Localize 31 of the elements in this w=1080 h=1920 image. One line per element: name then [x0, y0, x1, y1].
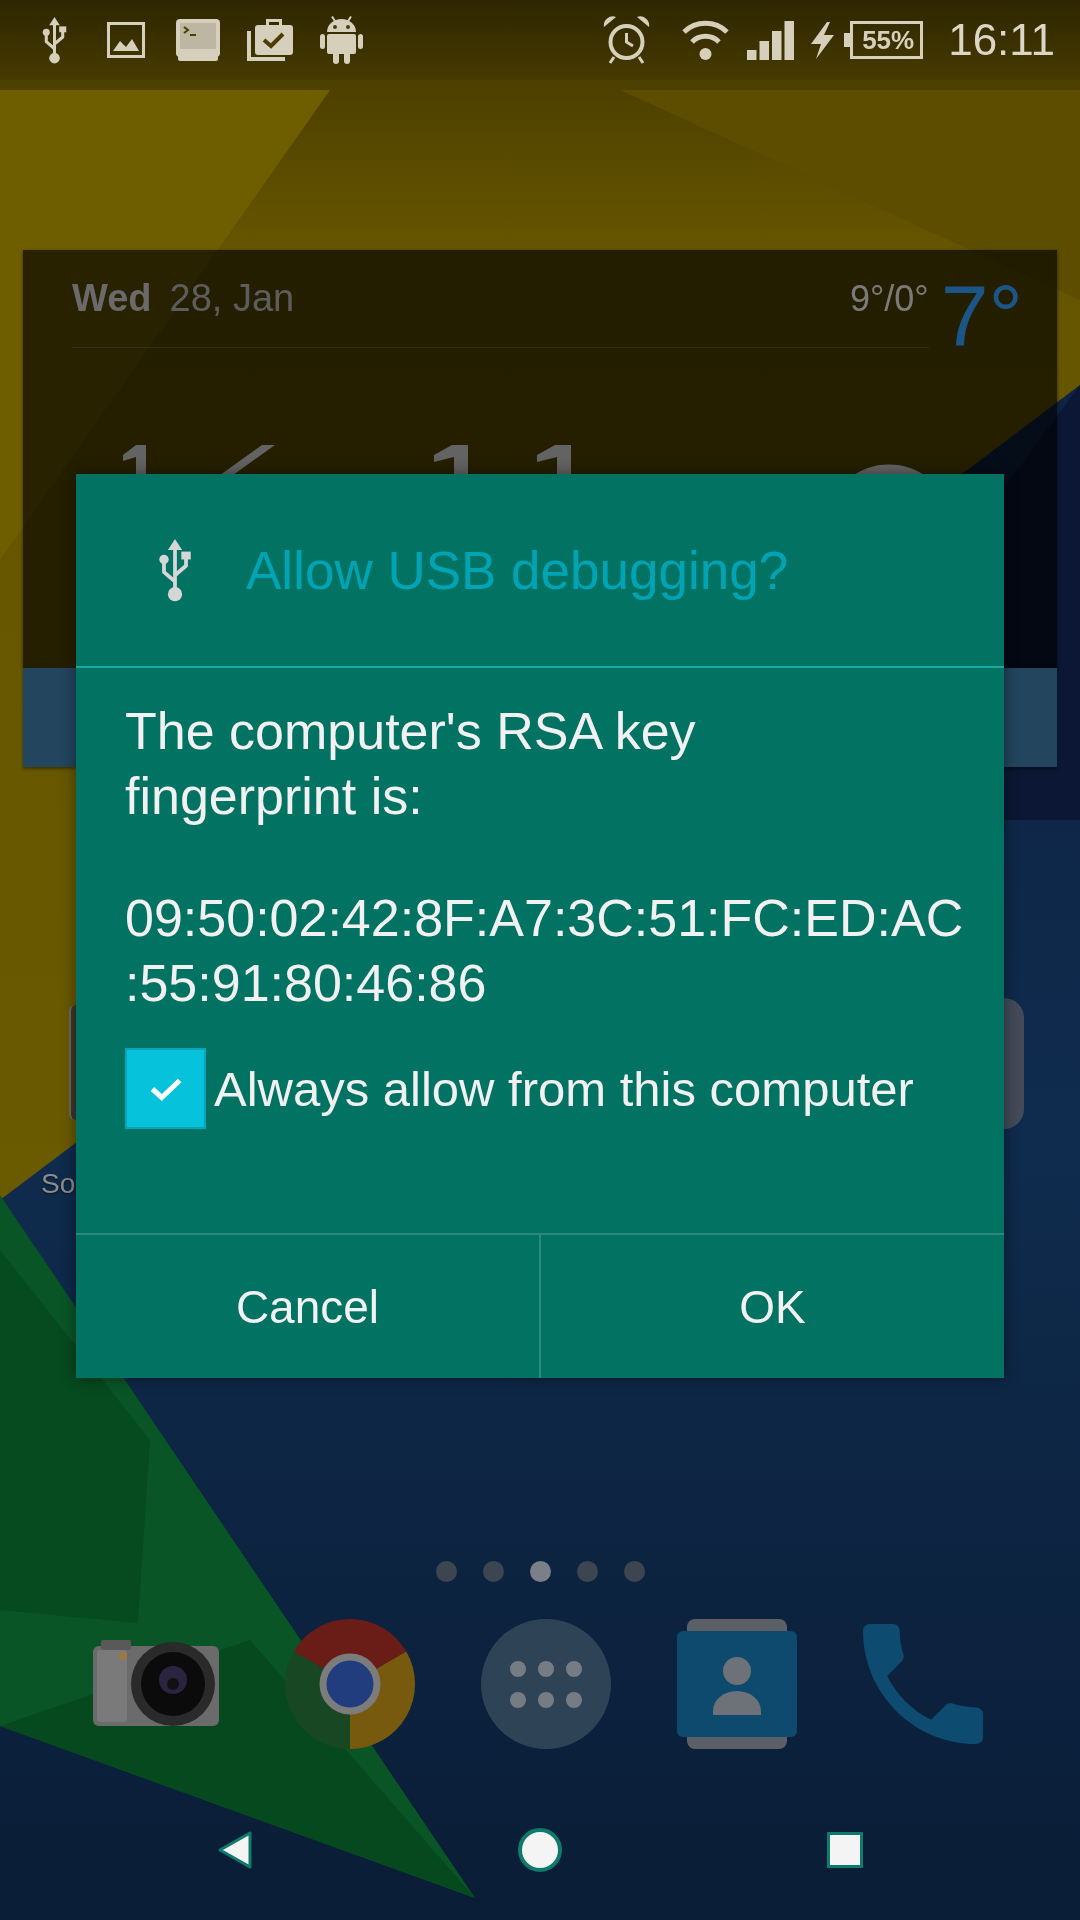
signal-icon — [747, 20, 795, 60]
clock-time: 16:11 — [948, 18, 1055, 62]
alarm-clock-icon — [603, 16, 651, 64]
weekday-text: Wed — [72, 277, 152, 320]
app-icon[interactable] — [69, 1005, 76, 1120]
dialog-button[interactable]: OK — [539, 1235, 1004, 1378]
dialog-title: Allow USB debugging? — [246, 539, 789, 601]
checkbox-label: Always allow from this computer — [214, 1060, 914, 1117]
usb-icon — [156, 538, 194, 602]
ring-icon[interactable] — [285, 1618, 415, 1749]
app-label: So — [41, 1167, 76, 1201]
usb-icon — [40, 16, 69, 64]
fingerprint-text: 09:50:02:42:8F:A7:3C:51:FC:ED:AC:55:91:80:46:86 — [125, 888, 965, 1014]
temperature-text: 7° — [940, 272, 1023, 358]
dots-grid-icon[interactable] — [481, 1618, 611, 1749]
date-text: 28, Jan — [169, 277, 295, 320]
image-icon — [107, 22, 145, 58]
wifi-icon — [682, 20, 730, 60]
back-icon — [217, 1830, 253, 1870]
contact-card-icon[interactable] — [677, 1618, 797, 1749]
terminal-icon — [176, 19, 220, 61]
checkbox[interactable] — [125, 1048, 206, 1129]
dialog-message: The computer's RSA key fingerprint is: — [125, 701, 697, 827]
temperature-range: 9°/0° — [849, 277, 929, 320]
battery-indicator: 55% — [844, 21, 924, 59]
bolt-icon — [809, 21, 836, 59]
recents-icon — [827, 1832, 863, 1868]
briefcase-check-icon — [247, 19, 293, 61]
robot-icon — [320, 16, 363, 64]
dialog-button[interactable]: Cancel — [76, 1235, 539, 1378]
camera-icon[interactable] — [93, 1639, 219, 1728]
